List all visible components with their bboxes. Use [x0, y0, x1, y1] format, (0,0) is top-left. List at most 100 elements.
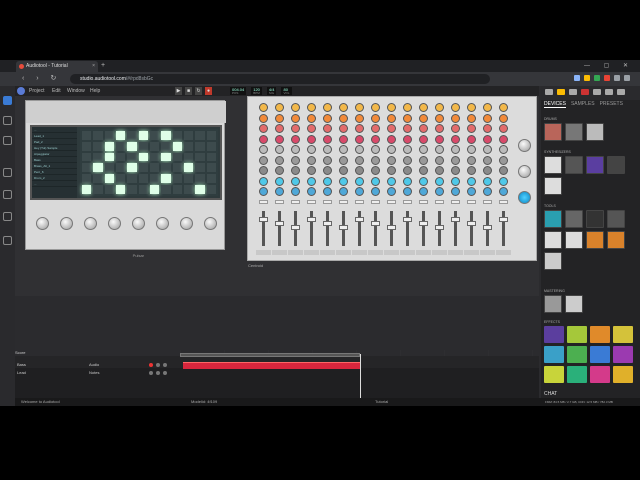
- device-tile[interactable]: [544, 156, 562, 174]
- channel-knob[interactable]: [339, 155, 348, 165]
- step-cell[interactable]: [127, 131, 137, 140]
- volume-counter[interactable]: 80 VOL: [281, 87, 292, 95]
- step-cell[interactable]: [149, 141, 160, 151]
- channel-name-plate[interactable]: [288, 250, 303, 255]
- step-cell[interactable]: [161, 131, 171, 140]
- channel-mute-button[interactable]: [467, 200, 476, 204]
- channel-knob[interactable]: [307, 103, 316, 112]
- step-cell[interactable]: [149, 174, 160, 184]
- channel-knob[interactable]: [259, 124, 268, 133]
- channel-name-plate[interactable]: [336, 250, 351, 255]
- channel-knob[interactable]: [355, 113, 364, 123]
- tab-devices[interactable]: DEVICES: [544, 101, 566, 108]
- stop-button[interactable]: ■: [185, 87, 192, 95]
- channel-knob[interactable]: [483, 134, 492, 144]
- channel-fader[interactable]: [323, 221, 332, 226]
- channel-knob[interactable]: [259, 113, 268, 123]
- channel-knob[interactable]: [259, 145, 268, 154]
- step-cell[interactable]: [104, 185, 114, 194]
- lightbulb-icon[interactable]: [3, 236, 12, 245]
- toolbar-icon[interactable]: [617, 89, 625, 95]
- home-icon[interactable]: [3, 116, 12, 125]
- step-cell[interactable]: [183, 141, 194, 151]
- step-cell[interactable]: [195, 174, 205, 184]
- channel-knob[interactable]: [355, 155, 364, 165]
- channel-knob[interactable]: [387, 187, 396, 196]
- step-cell[interactable]: [183, 174, 194, 184]
- channel-knob[interactable]: [435, 113, 444, 123]
- effect-tile[interactable]: [613, 346, 633, 363]
- score-label[interactable]: Score: [15, 350, 25, 355]
- play-button[interactable]: ▶: [175, 87, 182, 95]
- step-cell[interactable]: [115, 163, 126, 173]
- tab-close-icon[interactable]: ×: [92, 61, 95, 72]
- step-cell[interactable]: [149, 152, 160, 162]
- step-cell[interactable]: [115, 141, 126, 151]
- channel-knob[interactable]: [483, 155, 492, 165]
- toolbar-icon[interactable]: [581, 89, 589, 95]
- channel-knob[interactable]: [451, 176, 460, 186]
- device-tile[interactable]: [565, 231, 583, 249]
- channel-knob[interactable]: [483, 113, 492, 123]
- channel-knob[interactable]: [467, 166, 476, 175]
- audio-region[interactable]: [183, 362, 360, 369]
- url-field[interactable]: studio.audiotool.com/#/rpd8sbGc: [70, 74, 490, 84]
- channel-knob[interactable]: [467, 113, 476, 123]
- channel-knob[interactable]: [259, 103, 268, 112]
- tab-samples[interactable]: SAMPLES: [571, 101, 595, 108]
- channel-knob[interactable]: [435, 103, 444, 112]
- channel-mute-button[interactable]: [259, 200, 268, 204]
- effect-tile[interactable]: [590, 326, 610, 343]
- signature-counter[interactable]: 4/4 SIG: [266, 87, 277, 95]
- chat-toggle[interactable]: CHAT: [544, 391, 557, 397]
- channel-knob[interactable]: [275, 134, 284, 144]
- step-cell[interactable]: [82, 141, 92, 151]
- channel-knob[interactable]: [451, 103, 460, 112]
- channel-knob[interactable]: [291, 187, 300, 196]
- effect-tile[interactable]: [590, 346, 610, 363]
- device-tile[interactable]: [544, 210, 562, 228]
- effect-tile[interactable]: [567, 366, 587, 383]
- step-cell[interactable]: [206, 141, 216, 151]
- step-cell[interactable]: [127, 185, 137, 194]
- device-tile[interactable]: [544, 252, 562, 270]
- menu-edit[interactable]: Edit: [52, 86, 61, 96]
- channel-mute-button[interactable]: [339, 200, 348, 204]
- channel-knob[interactable]: [307, 176, 316, 186]
- device-tile[interactable]: [607, 210, 625, 228]
- step-cell[interactable]: [149, 163, 160, 173]
- step-cell[interactable]: [161, 185, 171, 194]
- channel-knob[interactable]: [259, 134, 268, 144]
- channel-knob[interactable]: [419, 176, 428, 186]
- step-cell[interactable]: [138, 131, 148, 140]
- channel-knob[interactable]: [387, 176, 396, 186]
- channel-knob[interactable]: [339, 176, 348, 186]
- step-cell[interactable]: [82, 152, 92, 162]
- channel-knob[interactable]: [323, 124, 332, 133]
- channel-knob[interactable]: [259, 176, 268, 186]
- effect-tile[interactable]: [544, 346, 564, 363]
- channel-knob[interactable]: [275, 124, 284, 133]
- solo-icon[interactable]: [163, 363, 167, 367]
- step-cell[interactable]: [172, 185, 182, 194]
- channel-knob[interactable]: [499, 103, 508, 112]
- channel-knob[interactable]: [419, 145, 428, 154]
- channel-knob[interactable]: [499, 155, 508, 165]
- channel-knob[interactable]: [387, 145, 396, 154]
- channel-knob[interactable]: [371, 145, 380, 154]
- step-cell[interactable]: [172, 174, 182, 184]
- toolbar-icon[interactable]: [605, 89, 613, 95]
- step-cell[interactable]: [206, 174, 216, 184]
- channel-knob[interactable]: [307, 187, 316, 196]
- patch-item[interactable]: ...: [32, 181, 77, 187]
- device-tile[interactable]: [586, 156, 604, 174]
- channel-knob[interactable]: [387, 155, 396, 165]
- channel-knob[interactable]: [371, 103, 380, 112]
- device-tile[interactable]: [607, 156, 625, 174]
- channel-name-plate[interactable]: [416, 250, 431, 255]
- solo-icon[interactable]: [163, 371, 167, 375]
- channel-knob[interactable]: [499, 187, 508, 196]
- channel-fader[interactable]: [419, 221, 428, 226]
- extension-icon[interactable]: [604, 75, 610, 81]
- channel-name-plate[interactable]: [320, 250, 335, 255]
